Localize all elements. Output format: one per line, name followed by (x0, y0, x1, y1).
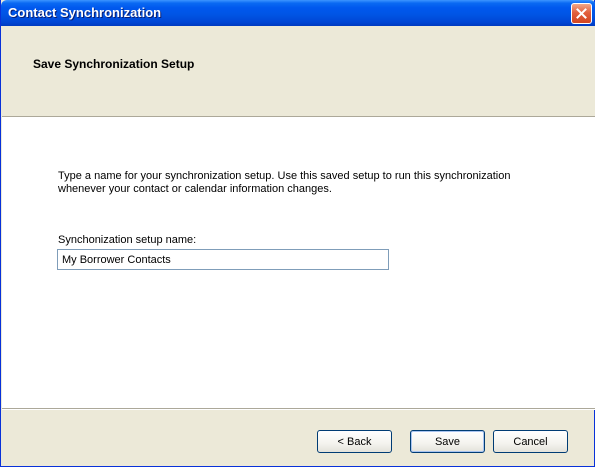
save-button[interactable]: Save (410, 430, 485, 453)
wizard-header: Save Synchronization Setup (2, 26, 595, 116)
instructions-text: Type a name for your synchronization set… (58, 170, 511, 195)
cancel-button[interactable]: Cancel (493, 430, 568, 453)
page-title: Save Synchronization Setup (33, 57, 195, 71)
setup-name-label: Synchonization setup name: (58, 234, 197, 246)
window-title: Contact Synchronization (8, 5, 162, 20)
title-bar[interactable]: Contact Synchronization (1, 0, 595, 26)
wizard-content: Type a name for your synchronization set… (2, 118, 595, 408)
footer-divider-highlight (2, 409, 595, 410)
setup-name-input[interactable] (57, 249, 389, 270)
dialog-window: Contact Synchronization Save Synchroniza… (0, 0, 595, 467)
back-button[interactable]: < Back (317, 430, 392, 453)
close-icon (576, 8, 587, 19)
close-button[interactable] (571, 3, 592, 24)
